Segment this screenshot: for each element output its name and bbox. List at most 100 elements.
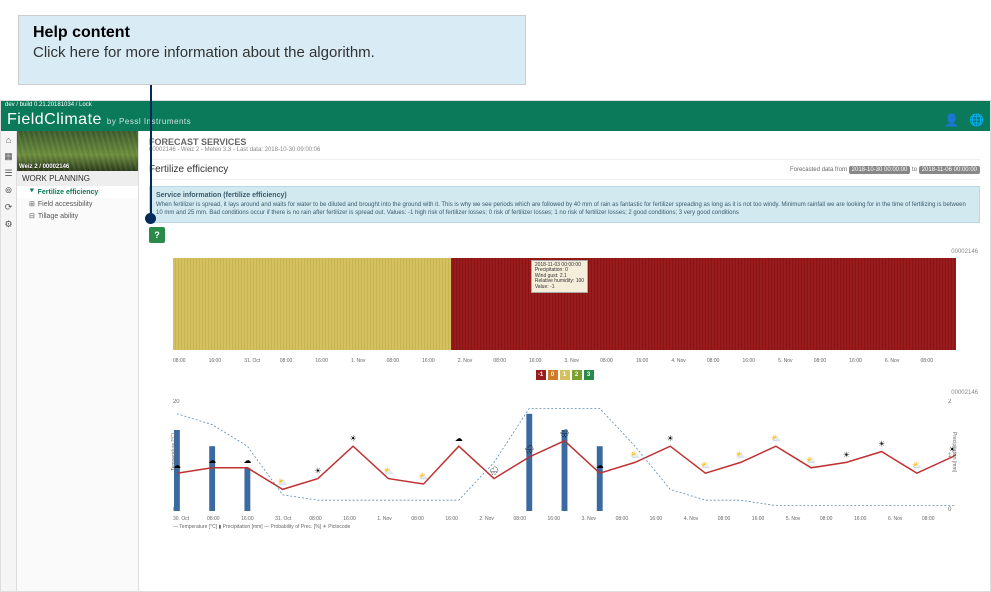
svg-text:☁: ☁	[596, 461, 604, 470]
axis-tick: 08:00	[280, 358, 316, 364]
axis-tick: 16:00	[636, 358, 672, 364]
page-title-row: Fertilize efficiency Forecasted data fro…	[149, 159, 980, 180]
axis-tick: 16:00	[752, 516, 786, 522]
axis-tick: 16:00	[849, 358, 885, 364]
y-axis-left-label: Temperature [°C]	[171, 433, 177, 471]
axis-tick: 6. Nov	[885, 358, 921, 364]
axis-tick: 1. Nov	[377, 516, 411, 522]
y-axis-right-label-1: Precipitation [mm]	[951, 432, 957, 472]
weather-legend: — Temperature [°C] ▮ Precipitation [mm] …	[173, 524, 956, 530]
callout-connector	[150, 85, 152, 215]
efficiency-legend: -10123	[151, 370, 978, 380]
svg-text:⛅: ⛅	[912, 461, 922, 470]
chart-id: 00002146	[151, 249, 978, 255]
brand-sub: by Pessl Instruments	[107, 117, 191, 126]
legend-swatch: -1	[536, 370, 546, 380]
info-title: Service information (fertilize efficienc…	[156, 191, 973, 200]
icon-rail: ⌂ ▦ ☰ ⊚ ⟳ ⚙	[1, 131, 17, 591]
svg-text:⛅: ⛅	[736, 450, 746, 459]
svg-text:2: 2	[948, 399, 951, 405]
header-actions: 👤 🌐	[944, 113, 984, 127]
rail-list-icon[interactable]: ☰	[4, 168, 12, 179]
weather-x-axis: 30. Oct08:0016:0031. Oct08:0016:001. Nov…	[173, 516, 956, 522]
sidebar-section: WORK PLANNING	[17, 171, 138, 186]
efficiency-tooltip: 2018-11-03 00:00:00 Precipitation: 0 Win…	[531, 260, 588, 294]
axis-tick: 2. Nov	[479, 516, 513, 522]
axis-tick: 08:00	[309, 516, 343, 522]
user-icon[interactable]: 👤	[944, 113, 959, 127]
help-callout: Help content Click here for more informa…	[18, 15, 526, 85]
axis-tick: 5. Nov	[786, 516, 820, 522]
svg-text:⛅: ⛅	[771, 434, 781, 443]
svg-text:⛅: ⛅	[419, 472, 429, 481]
sidebar-item-label: Fertilize efficiency	[38, 189, 99, 196]
rail-dashboard-icon[interactable]: ▦	[4, 151, 13, 162]
sidebar: Weiz 2 / 00002146 WORK PLANNING ⯆ Fertil…	[17, 131, 139, 591]
axis-tick: 3. Nov	[582, 516, 616, 522]
services-subtitle: 00002146 - Weiz 2 - Meteo 3.3 - Last dat…	[149, 147, 980, 153]
svg-text:🌧: 🌧	[560, 427, 570, 437]
date-to-tag[interactable]: 2018-11-06 00:00:00	[919, 166, 980, 174]
svg-text:⛅: ⛅	[383, 466, 393, 475]
range-prefix: Forecasted data from	[790, 167, 847, 173]
content-area: FORECAST SERVICES 00002146 - Weiz 2 - Me…	[139, 131, 990, 591]
svg-text:☁: ☁	[208, 455, 216, 464]
axis-tick: 08:00	[616, 516, 650, 522]
services-title: FORECAST SERVICES	[149, 137, 980, 147]
axis-tick: 08:00	[387, 358, 423, 364]
help-button[interactable]: ?	[149, 227, 165, 243]
sidebar-item-fertilize[interactable]: ⯆ Fertilize efficiency	[17, 186, 138, 198]
station-image[interactable]: Weiz 2 / 00002146	[17, 131, 138, 171]
svg-text:☁: ☁	[455, 434, 463, 443]
callout-dot	[145, 213, 156, 224]
axis-tick: 08:00	[173, 358, 209, 364]
svg-text:⛅: ⛅	[806, 455, 816, 464]
sidebar-item-field-access[interactable]: ⊞ Field accessibility	[17, 198, 138, 210]
axis-tick: 16:00	[548, 516, 582, 522]
axis-tick: 08:00	[600, 358, 636, 364]
axis-tick: 08:00	[707, 358, 743, 364]
page-title: Fertilize efficiency	[149, 164, 228, 175]
callout-title: Help content	[33, 24, 511, 42]
rail-logo-icon[interactable]: ⊚	[5, 185, 13, 196]
axis-tick: 30. Oct	[173, 516, 207, 522]
brand-logo: FieldClimate by Pessl Instruments	[7, 111, 191, 129]
axis-tick: 08:00	[411, 516, 445, 522]
weather-chart[interactable]: Temperature [°C] Precipitation [mm] 0102…	[173, 399, 956, 529]
axis-tick: 08:00	[493, 358, 529, 364]
axis-tick: 16:00	[445, 516, 479, 522]
weather-chart-wrap: 00002146 Temperature [°C] Precipitation …	[149, 388, 980, 531]
axis-tick: 08:00	[513, 516, 547, 522]
axis-tick: 16:00	[209, 358, 245, 364]
efficiency-chart[interactable]: 2018-11-03 00:00:00 Precipitation: 0 Win…	[173, 258, 956, 364]
sidebar-item-tillage[interactable]: ⊟ Tillage ability	[17, 210, 138, 222]
date-range: Forecasted data from 2018-10-30 00:00:00…	[790, 167, 980, 173]
svg-text:☀: ☀	[878, 439, 885, 448]
legend-swatch: 3	[584, 370, 594, 380]
axis-tick: 16:00	[650, 516, 684, 522]
chart-id-2: 00002146	[151, 390, 978, 396]
axis-tick: 08:00	[820, 516, 854, 522]
svg-text:⛅: ⛅	[701, 461, 711, 470]
rail-clock-icon[interactable]: ⟳	[5, 202, 13, 213]
station-label: Weiz 2 / 00002146	[19, 164, 69, 170]
svg-text:☀: ☀	[843, 450, 850, 459]
axis-tick: 4. Nov	[671, 358, 707, 364]
sidebar-item-label: Field accessibility	[38, 201, 92, 208]
callout-body: Click here for more information about th…	[33, 44, 511, 61]
rail-home-icon[interactable]: ⌂	[6, 135, 11, 145]
date-from-tag[interactable]: 2018-10-30 00:00:00	[849, 166, 911, 174]
axis-tick: 16:00	[529, 358, 565, 364]
rail-gear-icon[interactable]: ⚙	[4, 219, 12, 230]
app-window: dev / build 0.21.20181034 / Lock FieldCl…	[0, 100, 991, 592]
globe-icon[interactable]: 🌐	[969, 113, 984, 127]
efficiency-segment-bad	[451, 258, 956, 350]
plow-icon: ⊟	[29, 212, 35, 220]
axis-tick: 5. Nov	[778, 358, 814, 364]
legend-swatch: 0	[548, 370, 558, 380]
svg-text:0: 0	[948, 507, 952, 513]
svg-text:⛅: ⛅	[630, 450, 640, 459]
axis-tick: 08:00	[718, 516, 752, 522]
svg-text:☀: ☀	[350, 434, 357, 443]
leaf-icon: ⯆	[29, 188, 35, 196]
